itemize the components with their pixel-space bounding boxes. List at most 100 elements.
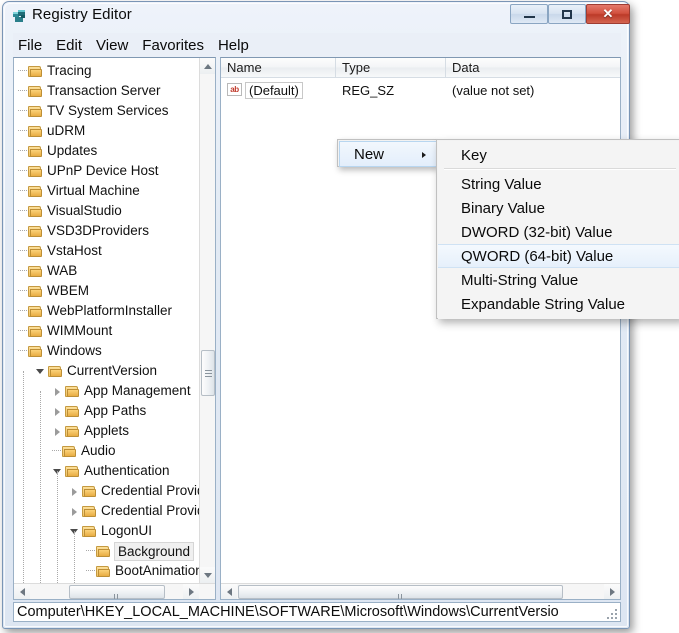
tree-item-vsd3dproviders[interactable]: VSD3DProviders bbox=[14, 221, 200, 241]
tree-item-credential-providers[interactable]: Credential Providers bbox=[14, 501, 200, 521]
tree-item-tracing[interactable]: Tracing bbox=[14, 61, 200, 81]
column-header-name[interactable]: Name bbox=[221, 58, 336, 77]
folder-icon bbox=[28, 225, 43, 238]
chevron-right-icon[interactable] bbox=[69, 486, 80, 497]
tree-item-label: VstaHost bbox=[47, 243, 102, 258]
registry-editor-icon bbox=[12, 9, 27, 24]
minimize-button[interactable] bbox=[510, 4, 548, 24]
tree-item-bootanimation[interactable]: BootAnimation bbox=[14, 561, 200, 581]
registry-tree[interactable]: Tracing Transaction Server TV System Servi… bbox=[14, 58, 200, 583]
tree-item-currentversion[interactable]: CurrentVersion bbox=[14, 361, 200, 381]
folder-icon bbox=[65, 385, 80, 398]
folder-icon bbox=[48, 365, 63, 378]
folder-icon bbox=[28, 265, 43, 278]
chevron-right-icon[interactable] bbox=[52, 386, 63, 397]
column-header-data[interactable]: Data bbox=[446, 58, 620, 77]
tree-item-wimmount[interactable]: WIMMount bbox=[14, 321, 200, 341]
tree-scroll-down-button[interactable] bbox=[200, 567, 215, 583]
tree-connector bbox=[18, 330, 27, 332]
resize-grip-icon[interactable] bbox=[606, 608, 617, 619]
submenu-item-key[interactable]: Key bbox=[438, 143, 679, 167]
menu-help[interactable]: Help bbox=[211, 36, 256, 55]
list-horizontal-scrollbar[interactable] bbox=[221, 583, 620, 599]
folder-icon bbox=[62, 445, 77, 458]
chevron-right-icon[interactable] bbox=[69, 506, 80, 517]
tree-item-app-paths[interactable]: App Paths bbox=[14, 401, 200, 421]
tree-scroll-right-button[interactable] bbox=[183, 584, 199, 599]
list-horizontal-scroll-thumb[interactable] bbox=[238, 585, 563, 599]
registry-tree-pane[interactable]: Tracing Transaction Server TV System Servi… bbox=[13, 57, 216, 600]
new-value-submenu[interactable]: Key String Value Binary Value DWORD (32-… bbox=[436, 139, 679, 319]
tree-connector bbox=[18, 190, 27, 192]
tree-item-audio[interactable]: Audio bbox=[14, 441, 200, 461]
tree-vertical-scroll-thumb[interactable] bbox=[201, 350, 215, 396]
maximize-button[interactable] bbox=[548, 4, 586, 24]
tree-item-label: WebPlatformInstaller bbox=[47, 303, 173, 318]
tree-item-windows[interactable]: Windows bbox=[14, 341, 200, 361]
folder-icon bbox=[96, 565, 111, 578]
tree-item-label: WAB bbox=[47, 263, 78, 278]
registry-path-text: Computer\HKEY_LOCAL_MACHINE\SOFTWARE\Mic… bbox=[17, 604, 559, 620]
value-name-cell[interactable]: (Default) bbox=[245, 82, 303, 99]
tree-item-app-management[interactable]: App Management bbox=[14, 381, 200, 401]
close-button[interactable]: ✕ bbox=[586, 4, 630, 24]
tree-item-label: Background bbox=[114, 541, 195, 561]
tree-item-upnp-device-host[interactable]: UPnP Device Host bbox=[14, 161, 200, 181]
column-header-type[interactable]: Type bbox=[336, 58, 446, 77]
submenu-item-dword-value[interactable]: DWORD (32-bit) Value bbox=[438, 220, 679, 244]
tree-horizontal-scroll-thumb[interactable] bbox=[69, 585, 165, 599]
submenu-item-binary-value[interactable]: Binary Value bbox=[438, 196, 679, 220]
submenu-item-multi-string-value[interactable]: Multi-String Value bbox=[438, 268, 679, 292]
tree-scroll-left-button[interactable] bbox=[14, 584, 30, 599]
chevron-right-icon[interactable] bbox=[52, 426, 63, 437]
tree-item-label: WBEM bbox=[47, 283, 89, 298]
tree-item-label: Windows bbox=[47, 343, 102, 358]
tree-item-label: Updates bbox=[47, 143, 98, 158]
tree-item-authentication[interactable]: Authentication bbox=[14, 461, 200, 481]
tree-guide-line bbox=[40, 391, 41, 583]
tree-item-tv-system-services[interactable]: TV System Services bbox=[14, 101, 200, 121]
tree-item-logonui[interactable]: LogonUI bbox=[14, 521, 200, 541]
submenu-item-expandable-string-value[interactable]: Expandable String Value bbox=[438, 292, 679, 316]
menu-edit[interactable]: Edit bbox=[49, 36, 89, 55]
folder-icon bbox=[28, 185, 43, 198]
folder-icon bbox=[82, 485, 97, 498]
tree-item-virtual-machine[interactable]: Virtual Machine bbox=[14, 181, 200, 201]
submenu-item-string-value[interactable]: String Value bbox=[438, 172, 679, 196]
tree-item-label: Applets bbox=[84, 423, 130, 438]
tree-item-wab[interactable]: WAB bbox=[14, 261, 200, 281]
tree-scroll-up-button[interactable] bbox=[200, 58, 215, 74]
menu-favorites[interactable]: Favorites bbox=[135, 36, 211, 55]
chevron-right-icon[interactable] bbox=[52, 406, 63, 417]
menu-view[interactable]: View bbox=[89, 36, 135, 55]
list-scroll-right-button[interactable] bbox=[604, 584, 620, 599]
tree-connector bbox=[18, 270, 27, 272]
tree-item-udrm[interactable]: uDRM bbox=[14, 121, 200, 141]
tree-vertical-scrollbar[interactable] bbox=[199, 58, 215, 583]
context-menu[interactable]: New bbox=[337, 139, 437, 167]
title-bar[interactable]: Registry Editor ✕ bbox=[3, 2, 630, 30]
tree-item-credential-provider-filt[interactable]: Credential Provider Filt bbox=[14, 481, 200, 501]
chevron-down-icon[interactable] bbox=[35, 366, 46, 377]
tree-item-label: Audio bbox=[81, 443, 116, 458]
tree-item-vstahost[interactable]: VstaHost bbox=[14, 241, 200, 261]
tree-item-updates[interactable]: Updates bbox=[14, 141, 200, 161]
tree-item-webplatforminstaller[interactable]: WebPlatformInstaller bbox=[14, 301, 200, 321]
tree-item-background[interactable]: Background bbox=[14, 541, 200, 561]
menu-file[interactable]: File bbox=[13, 36, 49, 55]
submenu-item-qword-value[interactable]: QWORD (64-bit) Value bbox=[438, 244, 679, 268]
value-type-cell: REG_SZ bbox=[342, 83, 395, 98]
tree-connector bbox=[18, 70, 27, 72]
folder-icon bbox=[28, 205, 43, 218]
scroll-grip-icon bbox=[114, 589, 121, 599]
tree-horizontal-scrollbar[interactable] bbox=[14, 583, 215, 599]
folder-icon bbox=[28, 305, 43, 318]
tree-guide-line bbox=[74, 531, 75, 583]
tree-item-wbem[interactable]: WBEM bbox=[14, 281, 200, 301]
table-row[interactable]: ab (Default) REG_SZ (value not set) bbox=[221, 80, 620, 100]
list-scroll-left-button[interactable] bbox=[221, 584, 237, 599]
tree-item-transaction-server[interactable]: Transaction Server bbox=[14, 81, 200, 101]
context-menu-item-new[interactable]: New bbox=[339, 141, 437, 167]
tree-item-applets[interactable]: Applets bbox=[14, 421, 200, 441]
tree-item-visualstudio[interactable]: VisualStudio bbox=[14, 201, 200, 221]
